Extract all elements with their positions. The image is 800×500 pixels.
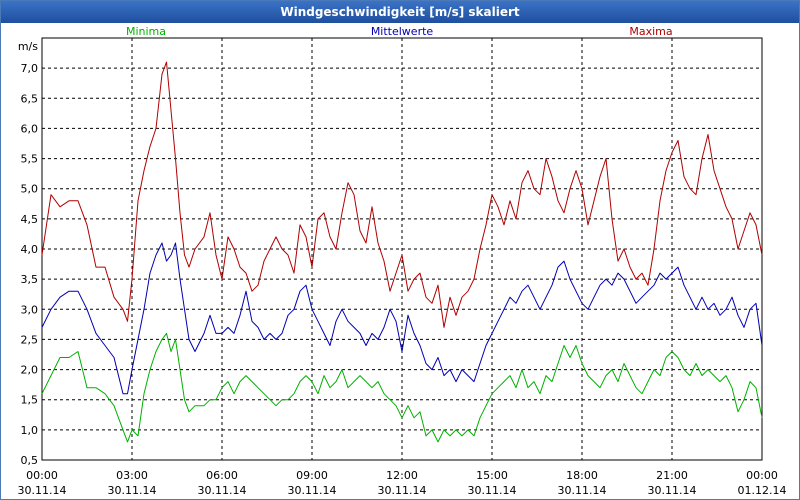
x-tick-date: 30.11.14 xyxy=(648,484,697,497)
y-tick-label: 6,5 xyxy=(21,92,39,105)
y-tick-label: 5,5 xyxy=(21,153,39,166)
y-tick-label: 1,0 xyxy=(21,424,39,437)
x-tick-date: 30.11.14 xyxy=(18,484,67,497)
x-tick-time: 21:00 xyxy=(656,469,688,482)
y-tick-label: 7,0 xyxy=(21,62,39,75)
y-tick-label: 3,5 xyxy=(21,273,39,286)
y-tick-label: 4,0 xyxy=(21,243,39,256)
x-tick-date: 30.11.14 xyxy=(558,484,607,497)
y-tick-label: 5,0 xyxy=(21,183,39,196)
y-tick-label: 4,5 xyxy=(21,213,39,226)
x-tick-time: 00:00 xyxy=(26,469,58,482)
legend-mittelwerte: Mittelwerte xyxy=(371,25,434,38)
y-axis: 0,5 1,0 1,5 2,0 2,5 3,0 3,5 4,0 4,5 5,0 5,5 6,0 6,5 7… xyxy=(21,62,39,467)
legend: Minima Mittelwerte Maxima xyxy=(126,25,673,38)
x-tick-date: 30.11.14 xyxy=(108,484,157,497)
x-tick-date: 30.11.14 xyxy=(288,484,337,497)
x-tick-time: 03:00 xyxy=(116,469,148,482)
y-tick-label: 6,0 xyxy=(21,122,39,135)
x-tick-time: 18:00 xyxy=(566,469,598,482)
x-tick-date: 30.11.14 xyxy=(378,484,427,497)
x-tick-time: 00:00 xyxy=(746,469,778,482)
x-tick-time: 12:00 xyxy=(386,469,418,482)
x-tick-date: 30.11.14 xyxy=(468,484,517,497)
y-tick-label: 0,5 xyxy=(21,454,39,467)
y-tick-label: 2,0 xyxy=(21,364,39,377)
y-tick-label: 2,5 xyxy=(21,333,39,346)
x-tick-time: 15:00 xyxy=(476,469,508,482)
x-tick-time: 06:00 xyxy=(206,469,238,482)
legend-maxima: Maxima xyxy=(629,25,672,38)
x-tick-date: 30.11.14 xyxy=(198,484,247,497)
x-tick-date: 01.12.14 xyxy=(738,484,787,497)
x-tick-time: 09:00 xyxy=(296,469,328,482)
y-axis-label: m/s xyxy=(18,40,38,53)
series-layer xyxy=(41,61,763,443)
y-tick-label: 1,5 xyxy=(21,394,39,407)
wind-speed-chart: 0,5 1,0 1,5 2,0 2,5 3,0 3,5 4,0 4,5 5,0 5,5 6,0 6,5 7… xyxy=(18,25,787,497)
y-tick-label: 3,0 xyxy=(21,303,39,316)
legend-minima: Minima xyxy=(126,25,166,38)
x-axis: 00:00 30.11.14 03:00 30.11.14 06:00 30.11.14 0… xyxy=(18,469,787,497)
